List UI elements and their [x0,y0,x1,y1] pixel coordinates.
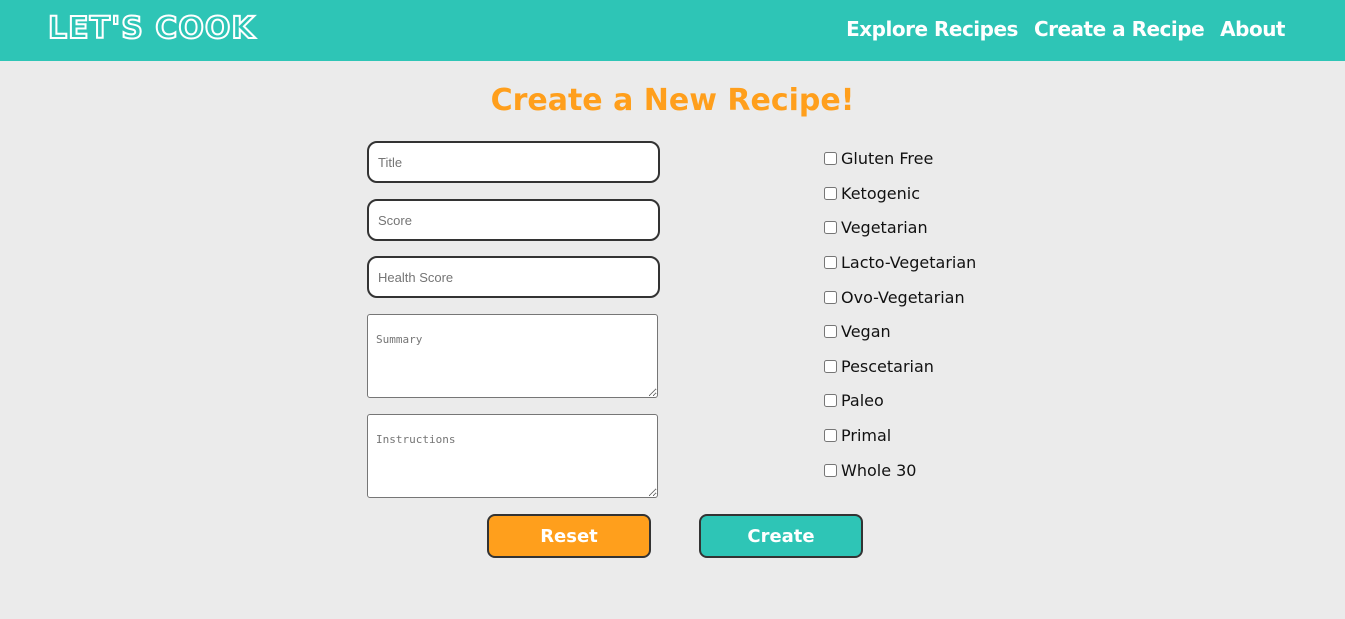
health-score-input[interactable] [367,256,660,298]
page-title: Create a New Recipe! [490,83,855,118]
diet-checkbox[interactable] [824,393,837,407]
reset-button[interactable]: Reset [487,514,651,558]
diet-checkbox[interactable] [824,428,837,442]
diet-checkbox[interactable] [824,151,837,165]
diet-label: Paleo [841,390,884,410]
diet-option-pescetarian[interactable]: Pescetarian [823,355,934,377]
create-button[interactable]: Create [699,514,863,558]
diet-checkbox[interactable] [824,324,837,338]
diet-option-gluten-free[interactable]: Gluten Free [823,147,933,169]
diet-checkbox[interactable] [824,220,837,234]
diet-label: Gluten Free [841,148,934,168]
title-input[interactable] [367,141,660,183]
diet-option-whole-30[interactable]: Whole 30 [823,459,916,481]
diet-option-primal[interactable]: Primal [823,424,891,446]
summary-textarea[interactable] [367,314,658,398]
instructions-textarea[interactable] [367,414,658,498]
nav-about[interactable]: About [1220,15,1285,43]
diet-checkbox[interactable] [824,463,837,477]
diet-option-ketogenic[interactable]: Ketogenic [823,182,920,204]
diet-option-ovo-vegetarian[interactable]: Ovo-Vegetarian [823,286,965,308]
diet-label: Whole 30 [841,460,917,480]
logo[interactable]: LET'S COOK [47,10,256,48]
diet-checkbox[interactable] [824,359,837,373]
diet-checkbox[interactable] [824,255,837,269]
diet-label: Vegan [841,321,891,341]
diet-label: Pescetarian [841,356,934,376]
nav-create-recipe[interactable]: Create a Recipe [1034,15,1205,43]
score-input[interactable] [367,199,660,241]
diet-option-paleo[interactable]: Paleo [823,389,884,411]
diet-label: Ketogenic [841,183,920,203]
diet-label: Ovo-Vegetarian [841,287,965,307]
diet-option-vegan[interactable]: Vegan [823,320,891,342]
diet-option-lacto-vegetarian[interactable]: Lacto-Vegetarian [823,251,976,273]
diet-label: Primal [841,425,892,445]
diet-label: Vegetarian [841,217,928,237]
nav-explore-recipes[interactable]: Explore Recipes [846,15,1018,43]
nav-links: Explore Recipes Create a Recipe About [846,15,1285,43]
diet-label: Lacto-Vegetarian [841,252,977,272]
navbar: LET'S COOK Explore Recipes Create a Reci… [0,0,1345,61]
diet-checkbox[interactable] [824,290,837,304]
diet-checkbox[interactable] [824,186,837,200]
diet-option-vegetarian[interactable]: Vegetarian [823,216,928,238]
